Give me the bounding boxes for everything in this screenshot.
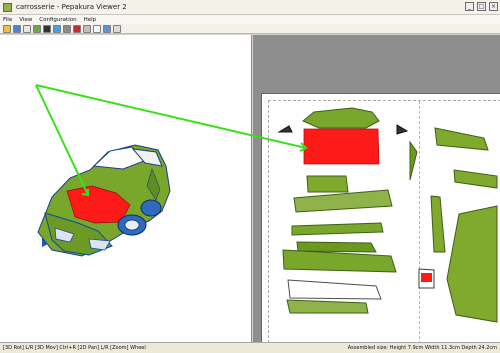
maximize-button[interactable]: □ <box>477 2 486 11</box>
toolbar <box>0 24 500 34</box>
pattern-parts[interactable] <box>253 35 500 342</box>
status-help-text: [3D Rot] L/R [3D Mov] Ctrl+R [2D Pan] L/… <box>3 345 146 351</box>
save-icon[interactable] <box>13 24 21 33</box>
app-icon <box>3 2 12 12</box>
view-icon[interactable] <box>113 24 121 33</box>
rotate-icon[interactable] <box>33 24 41 33</box>
title-bar: carrosserie - Pepakura Viewer 2 _ □ × <box>0 0 500 15</box>
model-icon[interactable] <box>43 24 51 33</box>
page-icon[interactable] <box>93 24 101 33</box>
window-title: carrosserie - Pepakura Viewer 2 <box>16 3 127 11</box>
menu-bar: File View Configuration Help <box>0 15 500 24</box>
menu-help[interactable]: Help <box>84 17 97 23</box>
window-controls: _ □ × <box>465 2 498 11</box>
status-bar: [3D Rot] L/R [3D Mov] Ctrl+R [2D Pan] L/… <box>0 342 500 353</box>
status-size-text: Assembled size: Height 7.9cm Width 11.3c… <box>347 345 497 351</box>
close-button[interactable]: × <box>489 2 498 11</box>
menu-file[interactable]: File <box>3 17 12 23</box>
3d-view-pane[interactable] <box>0 35 252 342</box>
menu-view[interactable]: View <box>19 17 32 23</box>
edge-icon[interactable] <box>63 24 71 33</box>
menu-configuration[interactable]: Configuration <box>39 17 76 23</box>
texture-icon[interactable] <box>53 24 61 33</box>
select-icon[interactable] <box>83 24 91 33</box>
zoom-icon[interactable] <box>103 24 111 33</box>
2d-pattern-pane[interactable] <box>253 35 500 342</box>
car-3d-model[interactable] <box>0 35 252 342</box>
minimize-button[interactable]: _ <box>465 2 474 11</box>
open-icon[interactable] <box>3 24 11 33</box>
print-icon[interactable] <box>23 24 31 33</box>
paint-icon[interactable] <box>73 24 81 33</box>
